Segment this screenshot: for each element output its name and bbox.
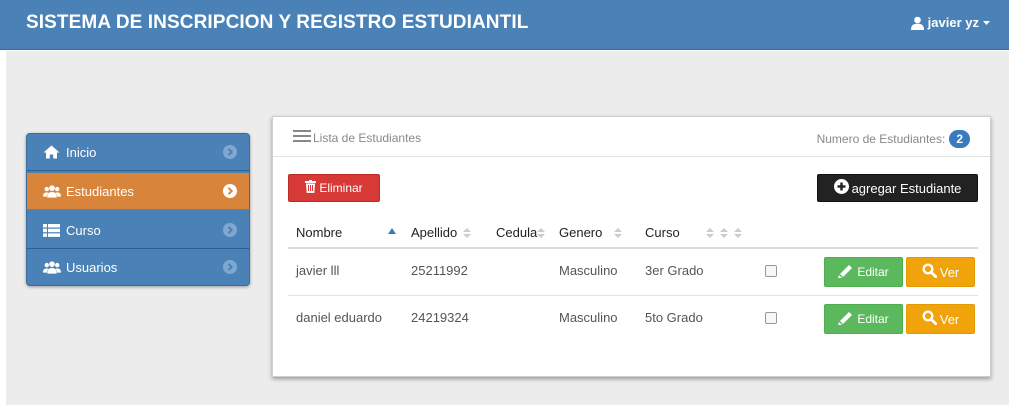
cell-nombre: javier lll [296,263,340,278]
cell-curso: 5to Grado [645,310,703,325]
users-icon [43,260,61,274]
pencil-icon [838,264,854,281]
panel-title: Lista de Estudiantes [313,130,422,145]
search-icon [922,310,937,328]
edit-button-label: Editar [857,312,889,326]
sort-icon [614,227,623,239]
sort-icon[interactable] [733,227,742,239]
users-icon [43,184,61,198]
sidebar-item-label: Estudiantes [66,183,134,199]
table-row: daniel eduardo 24219324 Masculino 5to Gr… [288,296,978,343]
row-checkbox[interactable] [765,265,777,277]
students-table: Nombre Apellido Cedula Genero Curso javi… [288,216,978,343]
view-button-label: Ver [939,311,960,327]
student-count-label: Numero de Estudiantes: [816,132,946,146]
sidebar-item-curso[interactable]: Curso [27,212,249,249]
arrow-right-circle-icon [223,260,237,274]
sidebar-item-label: Inicio [66,144,97,160]
table-row: javier lll 25211992 Masculino 3er Grado … [288,249,978,296]
column-header-genero[interactable]: Genero [559,225,623,240]
delete-button[interactable]: Eliminar [288,174,380,202]
trash-icon [305,180,317,196]
top-navbar: SISTEMA DE INSCRIPCION Y REGISTRO ESTUDI… [0,0,1009,50]
column-header-apellido[interactable]: Apellido [411,225,472,240]
plus-circle-icon [833,179,849,197]
column-header-cedula[interactable]: Cedula [496,225,546,240]
user-icon [910,16,925,30]
add-student-label: agregar Estudiante [851,180,962,196]
app-title: SISTEMA DE INSCRIPCION Y REGISTRO ESTUDI… [26,12,529,33]
table-header: Nombre Apellido Cedula Genero Curso [288,216,978,249]
search-icon [922,263,937,281]
sort-asc-icon [388,227,397,239]
sort-icon[interactable] [719,227,728,239]
sidebar-item-label: Usuarios [66,259,118,275]
edit-button[interactable]: Editar [824,257,903,287]
cell-genero: Masculino [559,263,618,278]
column-header-curso[interactable]: Curso [645,225,742,240]
sidebar-item-inicio[interactable]: Inicio [27,134,249,171]
arrow-right-circle-icon [223,184,237,198]
edit-button[interactable]: Editar [824,304,903,334]
cell-nombre: daniel eduardo [296,310,383,325]
edit-button-label: Editar [857,265,889,279]
user-name: javier yz [927,15,979,30]
arrow-right-circle-icon [223,145,237,159]
pencil-icon [838,311,854,328]
sidebar-item-label: Curso [66,222,101,238]
home-icon [43,145,61,159]
bars-icon [293,130,311,145]
column-header-nombre[interactable]: Nombre [296,225,397,240]
students-panel: Lista de Estudiantes Numero de Estudiant… [272,116,991,377]
caret-down-icon [982,20,991,26]
student-count-badge: 2 [949,130,970,148]
row-checkbox[interactable] [765,312,777,324]
view-button-label: Ver [939,264,960,280]
sort-icon [463,227,472,239]
add-student-button[interactable]: agregar Estudiante [817,174,978,202]
panel-header: Lista de Estudiantes Numero de Estudiant… [273,117,990,157]
list-icon [43,223,61,237]
sort-icon [537,227,546,239]
sidebar-item-estudiantes[interactable]: Estudiantes [27,173,249,210]
cell-apellido: 24219324 [411,310,469,325]
sidebar-item-usuarios[interactable]: Usuarios [27,249,249,285]
cell-apellido: 25211992 [411,263,468,278]
view-button[interactable]: Ver [906,304,975,334]
cell-genero: Masculino [559,310,618,325]
sort-icon [705,227,714,239]
cell-curso: 3er Grado [645,263,704,278]
sidebar: Inicio Estudiantes Curso Usuarios [26,133,250,286]
view-button[interactable]: Ver [906,257,975,287]
user-menu[interactable]: javier yz [910,15,991,30]
delete-button-label: Eliminar [319,181,363,195]
arrow-right-circle-icon [223,223,237,237]
